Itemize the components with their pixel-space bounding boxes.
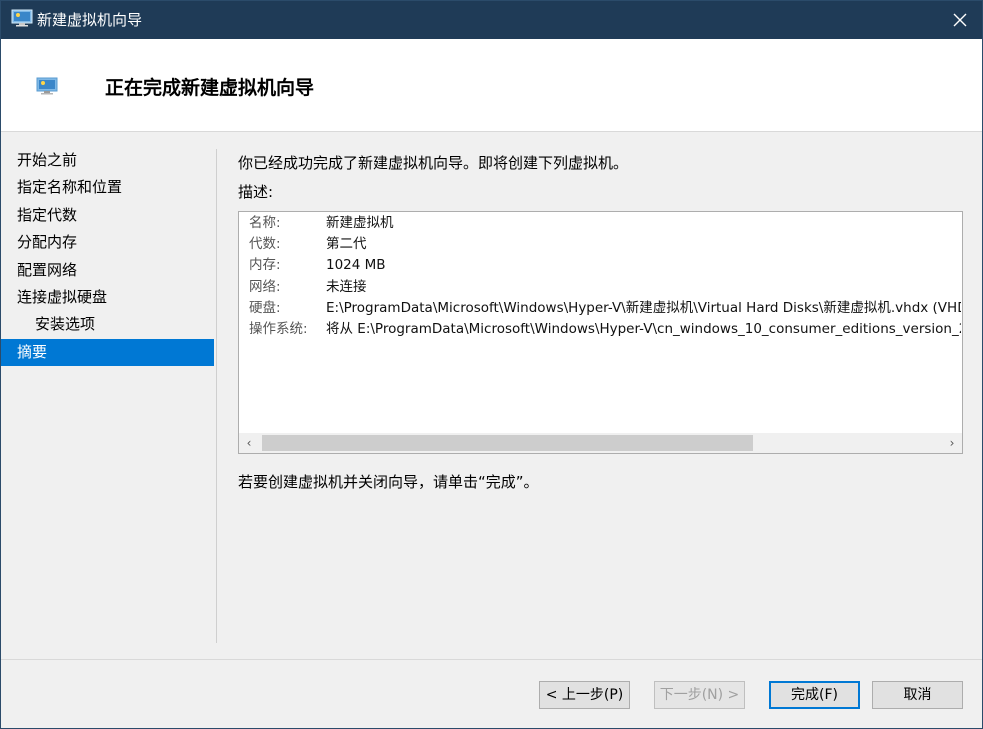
chevron-left-icon: ‹ — [246, 436, 252, 450]
window-title: 新建虚拟机向导 — [37, 11, 143, 29]
intro-text: 你已经成功完成了新建虚拟机向导。即将创建下列虚拟机。 — [238, 154, 629, 172]
summary-value: 未连接 — [326, 278, 367, 295]
nav-item-before-you-begin[interactable]: 开始之前 — [1, 147, 214, 174]
scrollbar-thumb[interactable] — [262, 435, 753, 451]
finish-hint-text: 若要创建虚拟机并关闭向导，请单击“完成”。 — [238, 473, 539, 491]
description-label: 描述: — [238, 183, 274, 201]
virtual-machine-icon — [36, 77, 58, 95]
close-button[interactable] — [938, 1, 982, 39]
nav-item-installation-options[interactable]: 安装选项 — [1, 311, 214, 338]
summary-row: 内存: 1024 MB — [249, 255, 961, 276]
summary-list[interactable]: 名称: 新建虚拟机 代数: 第二代 内存: 1024 MB 网络: 未连接 硬盘… — [238, 211, 963, 454]
wizard-header: 正在完成新建虚拟机向导 — [1, 39, 982, 132]
horizontal-scrollbar[interactable]: ‹ › — [239, 433, 962, 453]
finish-button[interactable]: 完成(F) — [769, 681, 860, 709]
summary-key: 内存: — [249, 257, 281, 274]
summary-key: 代数: — [249, 236, 281, 253]
nav-item-name-and-location[interactable]: 指定名称和位置 — [1, 174, 214, 201]
summary-row: 代数: 第二代 — [249, 234, 961, 255]
nav-item-memory[interactable]: 分配内存 — [1, 229, 214, 256]
nav-item-generation[interactable]: 指定代数 — [1, 202, 214, 229]
wizard-steps-nav: 开始之前 指定名称和位置 指定代数 分配内存 配置网络 连接虚拟硬盘 安装选项 … — [1, 147, 214, 367]
summary-value: 将从 E:\ProgramData\Microsoft\Windows\Hype… — [326, 320, 961, 337]
summary-row: 硬盘: E:\ProgramData\Microsoft\Windows\Hyp… — [249, 298, 961, 319]
page-title: 正在完成新建虚拟机向导 — [105, 77, 315, 99]
summary-key: 操作系统: — [249, 320, 308, 337]
nav-item-summary[interactable]: 摘要 — [1, 338, 214, 367]
nav-item-networking[interactable]: 配置网络 — [1, 257, 214, 284]
summary-row: 网络: 未连接 — [249, 277, 961, 298]
virtual-machine-icon — [11, 9, 33, 27]
footer-divider — [1, 659, 982, 660]
summary-value: E:\ProgramData\Microsoft\Windows\Hyper-V… — [326, 299, 961, 316]
nav-divider — [216, 149, 217, 643]
summary-value: 新建虚拟机 — [326, 215, 394, 231]
wizard-window: 新建虚拟机向导 正在完成新建虚拟机向导 开始之前 指定名称和位置 指定代数 分配… — [0, 0, 983, 729]
summary-value: 1024 MB — [326, 257, 386, 274]
title-bar[interactable]: 新建虚拟机向导 — [1, 1, 982, 39]
nav-item-virtual-hard-disk[interactable]: 连接虚拟硬盘 — [1, 284, 214, 311]
scroll-left-button[interactable]: ‹ — [239, 433, 259, 453]
chevron-right-icon: › — [949, 436, 955, 450]
back-button[interactable]: < 上一步(P) — [539, 681, 630, 709]
cancel-button[interactable]: 取消 — [872, 681, 963, 709]
next-button[interactable]: 下一步(N) > — [654, 681, 745, 709]
scroll-right-button[interactable]: › — [942, 433, 962, 453]
close-icon — [953, 13, 967, 27]
summary-key: 硬盘: — [249, 299, 281, 316]
summary-row: 名称: 新建虚拟机 — [249, 213, 961, 234]
summary-key: 网络: — [249, 278, 281, 295]
summary-value: 第二代 — [326, 236, 367, 253]
summary-row: 操作系统: 将从 E:\ProgramData\Microsoft\Window… — [249, 319, 961, 340]
summary-key: 名称: — [249, 215, 281, 231]
